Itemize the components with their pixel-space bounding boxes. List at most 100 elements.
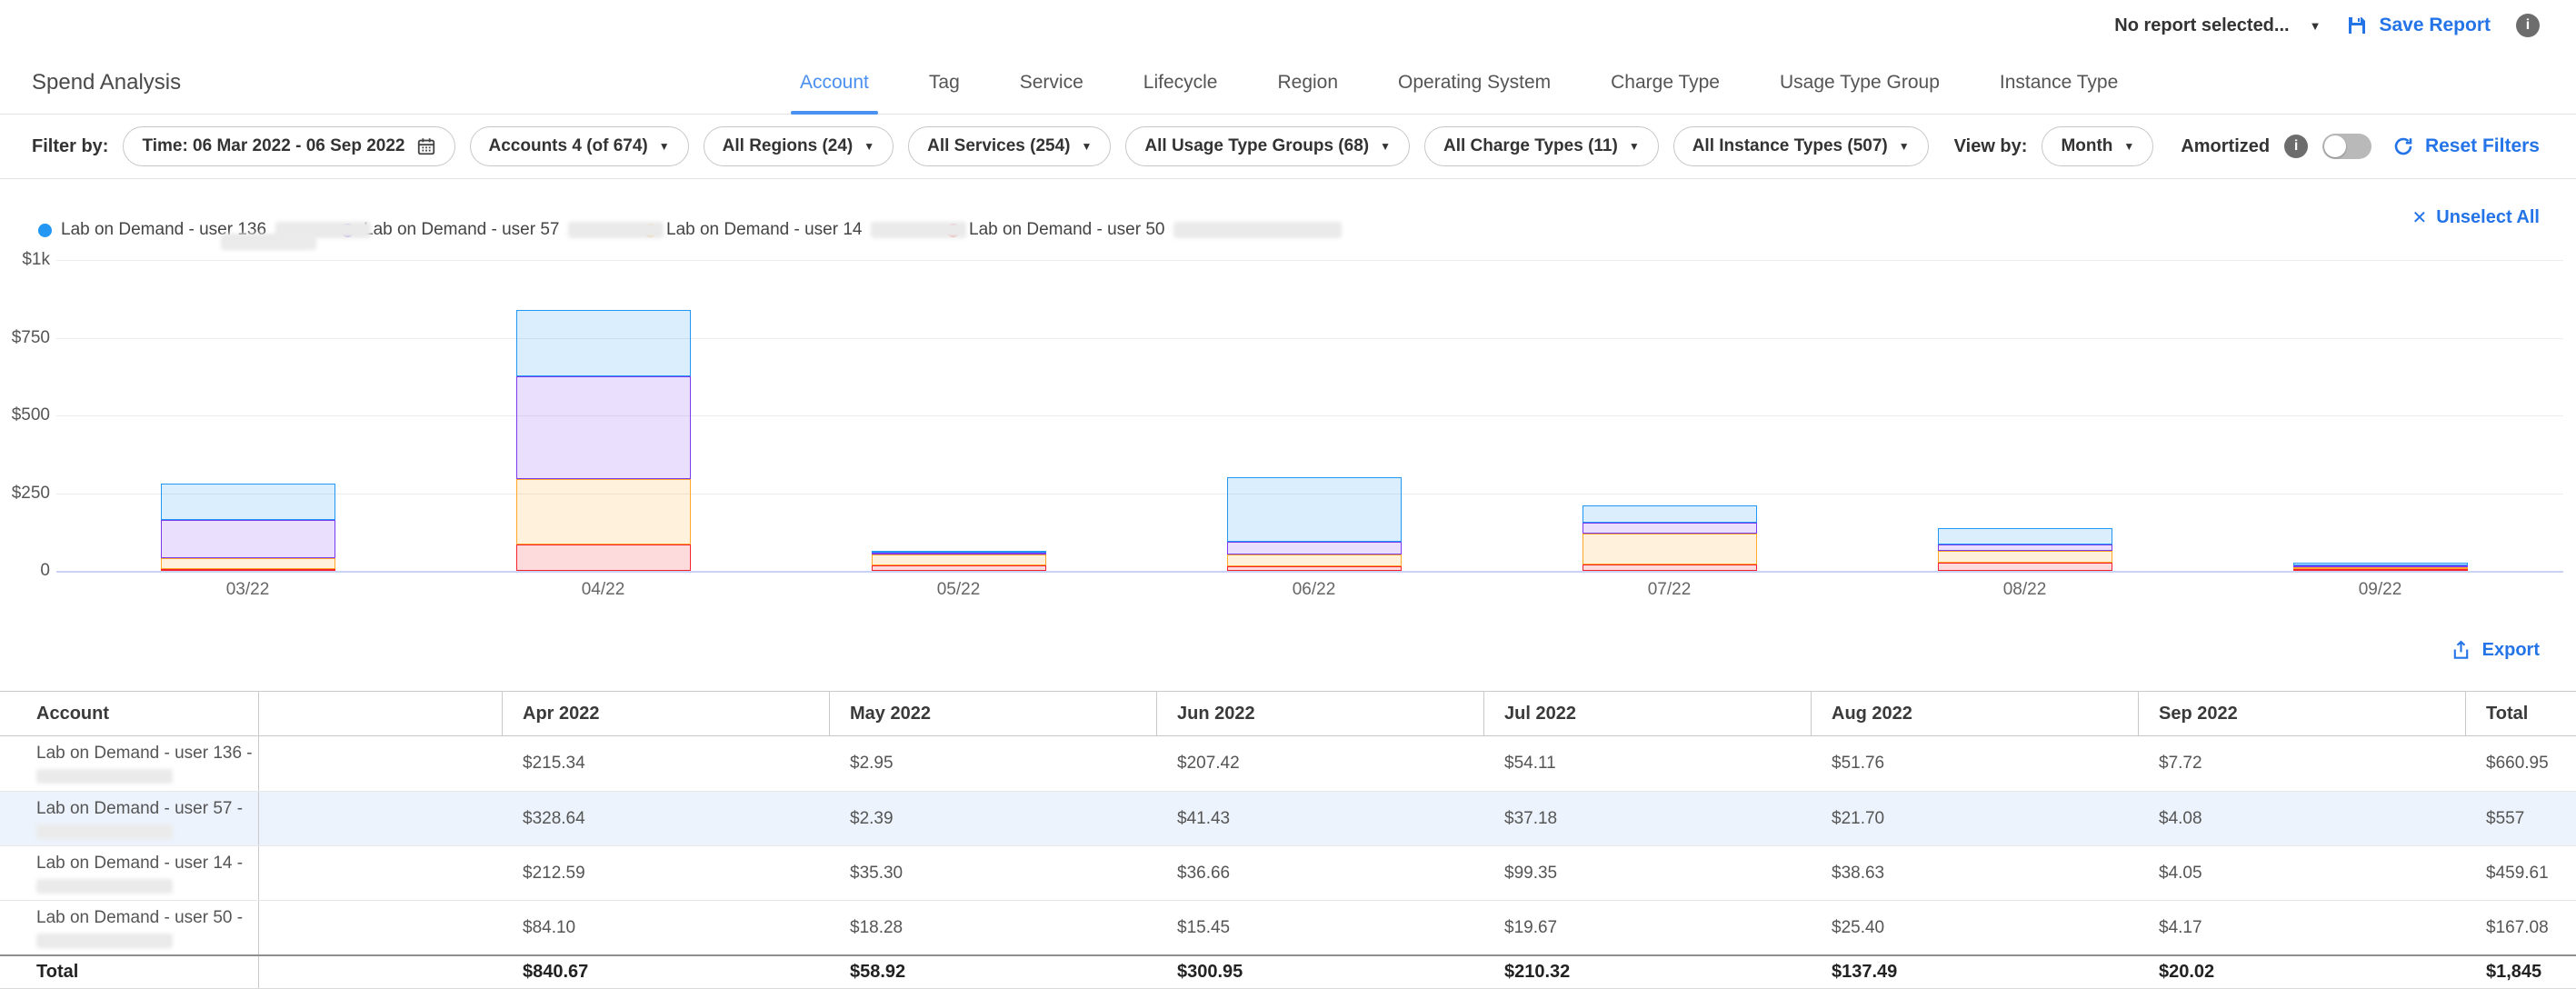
unselect-all-label: Unselect All — [2436, 207, 2540, 228]
filter-all-charge-types-11-[interactable]: All Charge Types (11)▼ — [1424, 126, 1659, 166]
redacted-text — [36, 879, 173, 894]
filter-pill-label: All Instance Types (507) — [1692, 136, 1888, 156]
x-axis-tick: 07/22 — [1597, 580, 1742, 600]
legend-dot-icon — [38, 224, 52, 237]
bar-segment-lab-on-demand-user-136 — [1227, 477, 1402, 542]
gridline — [56, 260, 2563, 261]
tab-operating-system[interactable]: Operating System — [1398, 51, 1551, 115]
chevron-down-icon: ▼ — [659, 140, 670, 153]
tab-instance-type[interactable]: Instance Type — [2000, 51, 2118, 115]
report-selector[interactable]: No report selected... ▼ — [2114, 15, 2321, 36]
bar-06-22[interactable] — [1227, 477, 1402, 571]
redacted-text — [221, 234, 316, 250]
gutter-cell — [259, 846, 503, 900]
column-header-jul-2022[interactable]: Jul 2022 — [1483, 692, 1812, 735]
value-cell: $328.64 — [503, 792, 830, 845]
save-report-button[interactable]: Save Report — [2346, 15, 2491, 36]
tab-lifecycle[interactable]: Lifecycle — [1143, 51, 1218, 115]
bar-segment-lab-on-demand-user-57 — [1583, 523, 1757, 534]
view-by-select[interactable]: Month ▼ — [2042, 126, 2153, 166]
bar-03-22[interactable] — [161, 484, 335, 571]
filter-all-services-254-[interactable]: All Services (254) ▼ — [908, 126, 1111, 166]
chevron-down-icon: ▼ — [1082, 140, 1093, 153]
amortized-info-icon[interactable]: i — [2284, 135, 2308, 158]
value-cell: $4.08 — [2139, 792, 2466, 845]
column-header-aug-2022[interactable]: Aug 2022 — [1811, 692, 2139, 735]
unselect-all-button[interactable]: ✕ Unselect All — [2411, 206, 2540, 229]
tab-service[interactable]: Service — [1020, 51, 1083, 115]
bar-09-22[interactable] — [2293, 563, 2468, 571]
account-cell[interactable]: Lab on Demand - user 57 - — [0, 792, 259, 845]
column-header-apr-2022[interactable]: Apr 2022 — [502, 692, 830, 735]
filter-all-regions-24-[interactable]: All Regions (24)▼ — [704, 126, 894, 166]
tab-bar: Account Tag Service Lifecycle Region Operatin… — [800, 51, 2118, 115]
x-axis-tick: 05/22 — [886, 580, 1032, 600]
bar-segment-lab-on-demand-user-14 — [872, 554, 1046, 565]
export-button[interactable]: Export — [2451, 640, 2540, 661]
amortized-toggle[interactable] — [2322, 134, 2371, 159]
account-cell[interactable]: Lab on Demand - user 14 - — [0, 846, 259, 900]
value-cell: $19.67 — [1484, 901, 1812, 954]
value-cell: $4.05 — [2139, 846, 2466, 900]
column-header-account[interactable]: Account — [0, 692, 259, 735]
tab-usage-type-group[interactable]: Usage Type Group — [1780, 51, 1940, 115]
legend-item-lab-on-demand-user-50[interactable]: Lab on Demand - user 50 — [946, 201, 1249, 259]
x-axis-tick: 09/22 — [2308, 580, 2453, 600]
filter-bar: Filter by: Time: 06 Mar 2022 - 06 Sep 20… — [0, 115, 2576, 179]
value-cell: $18.28 — [830, 901, 1157, 954]
value-cell: $54.11 — [1484, 736, 1812, 791]
value-cell: $2.95 — [830, 736, 1157, 791]
reset-filters-button[interactable]: Reset Filters — [2392, 135, 2540, 157]
x-axis-tick: 04/22 — [531, 580, 676, 600]
legend-item-lab-on-demand-user-136[interactable]: Lab on Demand - user 136 — [38, 201, 341, 259]
account-cell[interactable]: Lab on Demand - user 136 - — [0, 736, 259, 791]
legend-item-lab-on-demand-user-14[interactable]: Lab on Demand - user 14 — [644, 201, 946, 259]
value-cell: $35.30 — [830, 846, 1157, 900]
legend-items: Lab on Demand - user 136 Lab on Demand - … — [38, 201, 1249, 259]
bar-segment-lab-on-demand-user-50 — [1938, 563, 2112, 571]
column-header-may-2022[interactable]: May 2022 — [829, 692, 1157, 735]
filter-all-instance-types-507-[interactable]: All Instance Types (507)▼ — [1673, 126, 1929, 166]
legend-label: Lab on Demand - user 14 — [666, 220, 862, 240]
value-cell: $41.43 — [1157, 792, 1484, 845]
value-cell: $167.08 — [2466, 901, 2576, 954]
value-cell: $99.35 — [1484, 846, 1812, 900]
bar-07-22[interactable] — [1583, 505, 1757, 571]
x-axis-tick: 03/22 — [175, 580, 321, 600]
close-icon: ✕ — [2411, 206, 2427, 229]
filter-pills: Time: 06 Mar 2022 - 06 Sep 2022 Accounts … — [123, 126, 1928, 166]
column-header-total[interactable]: Total — [2465, 692, 2576, 735]
bar-08-22[interactable] — [1938, 528, 2112, 571]
filter-time-range[interactable]: Time: 06 Mar 2022 - 06 Sep 2022 — [123, 126, 454, 166]
filter-all-usage-type-groups-68-[interactable]: All Usage Type Groups (68)▼ — [1125, 126, 1410, 166]
total-value-cell: $300.95 — [1157, 956, 1484, 988]
bar-04-22[interactable] — [516, 310, 691, 571]
table-total-row: Total$840.67$58.92$300.95$210.32$137.49$… — [0, 954, 2576, 989]
legend-label: Lab on Demand - user 57 — [364, 220, 559, 240]
column-header-sep-2022[interactable]: Sep 2022 — [2138, 692, 2466, 735]
tab-tag[interactable]: Tag — [929, 51, 960, 115]
tab-region[interactable]: Region — [1277, 51, 1338, 115]
account-cell[interactable]: Lab on Demand - user 50 - — [0, 901, 259, 954]
table-row: Lab on Demand - user 136 -$215.34$2.95$2… — [0, 736, 2576, 791]
reset-icon — [2392, 135, 2414, 157]
filter-pill-label: All Services (254) — [927, 136, 1070, 156]
export-row: Export — [0, 618, 2576, 688]
bar-segment-lab-on-demand-user-57 — [1227, 542, 1402, 554]
info-icon[interactable]: i — [2516, 14, 2540, 37]
bar-segment-lab-on-demand-user-50 — [1227, 566, 1402, 571]
bar-segment-lab-on-demand-user-57 — [1938, 544, 2112, 551]
tab-account[interactable]: Account — [800, 51, 869, 115]
value-cell: $36.66 — [1157, 846, 1484, 900]
total-value-cell: $840.67 — [503, 956, 830, 988]
account-name: Lab on Demand - user 14 - — [36, 854, 243, 874]
legend-item-lab-on-demand-user-57[interactable]: Lab on Demand - user 57 — [341, 201, 644, 259]
filter-pill-label: Accounts 4 (of 674) — [489, 136, 648, 156]
filter-accounts-4-of-674-[interactable]: Accounts 4 (of 674) ▼ — [470, 126, 689, 166]
column-header-jun-2022[interactable]: Jun 2022 — [1156, 692, 1484, 735]
calendar-icon — [416, 136, 436, 156]
tab-charge-type[interactable]: Charge Type — [1611, 51, 1720, 115]
value-cell: $51.76 — [1812, 736, 2139, 791]
redacted-text — [36, 934, 173, 948]
bar-05-22[interactable] — [872, 551, 1046, 571]
